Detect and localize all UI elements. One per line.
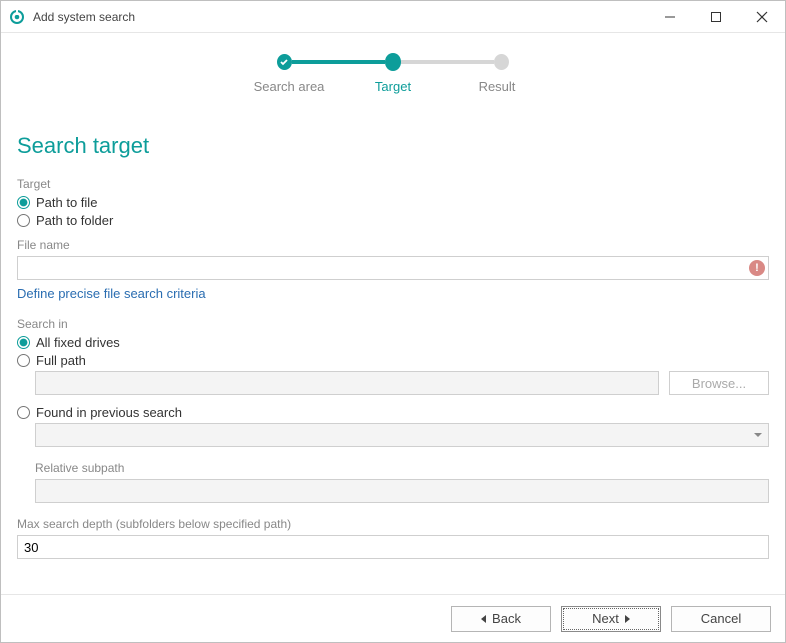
relative-subpath-input[interactable] [35,479,769,503]
cancel-button[interactable]: Cancel [671,606,771,632]
back-button[interactable]: Back [451,606,551,632]
full-path-row: Browse... [35,371,769,395]
maximize-button[interactable] [693,1,739,32]
search-in-label: Search in [17,317,769,331]
step-dot-target [385,53,402,71]
radio-full-path[interactable]: Full path [17,353,769,368]
minimize-button[interactable] [647,1,693,32]
titlebar: Add system search [1,1,785,33]
step-segment-1 [292,60,385,64]
browse-button[interactable]: Browse... [669,371,769,395]
filename-label: File name [17,238,769,252]
wizard-stepper: Search area Target Result [17,53,769,103]
radio-full-path-input[interactable] [17,354,30,367]
radio-prev-search-input[interactable] [17,406,30,419]
step-label-search-area: Search area [237,79,341,94]
max-depth-input[interactable] [17,535,769,559]
step-dot-search-area [277,54,292,70]
chevron-down-icon [754,433,762,437]
filename-field-wrap: ! [17,256,769,280]
radio-all-fixed-input[interactable] [17,336,30,349]
step-dot-result [494,54,509,70]
radio-path-to-folder-input[interactable] [17,214,30,227]
page-title: Search target [17,133,769,159]
filename-input[interactable] [17,256,769,280]
footer: Back Next Cancel [1,594,785,642]
step-label-result: Result [445,79,549,94]
relative-subpath-label: Relative subpath [35,461,769,475]
app-icon [9,9,25,25]
window-controls [647,1,785,32]
dialog-window: Add system search [0,0,786,643]
chevron-right-icon [625,615,630,623]
step-segment-2 [401,60,494,64]
chevron-left-icon [481,615,486,623]
error-icon: ! [749,260,765,276]
radio-path-to-folder[interactable]: Path to folder [17,213,769,228]
cancel-button-label: Cancel [701,611,741,626]
back-button-label: Back [492,611,521,626]
radio-all-fixed-drives[interactable]: All fixed drives [17,335,769,350]
radio-full-path-label: Full path [36,353,86,368]
target-section-label: Target [17,177,769,191]
step-label-target: Target [341,79,445,94]
radio-path-to-folder-label: Path to folder [36,213,113,228]
radio-path-to-file[interactable]: Path to file [17,195,769,210]
radio-all-fixed-label: All fixed drives [36,335,120,350]
next-button-label: Next [592,611,619,626]
prev-search-dropdown[interactable] [35,423,769,447]
radio-prev-search-label: Found in previous search [36,405,182,420]
maximize-icon [711,12,721,22]
radio-path-to-file-input[interactable] [17,196,30,209]
max-depth-label: Max search depth (subfolders below speci… [17,517,769,531]
radio-path-to-file-label: Path to file [36,195,97,210]
radio-prev-search[interactable]: Found in previous search [17,405,769,420]
full-path-input[interactable] [35,371,659,395]
content-area: Search area Target Result Search target … [1,33,785,594]
window-title: Add system search [33,10,135,24]
close-button[interactable] [739,1,785,32]
define-criteria-link[interactable]: Define precise file search criteria [17,286,206,301]
next-button[interactable]: Next [561,606,661,632]
